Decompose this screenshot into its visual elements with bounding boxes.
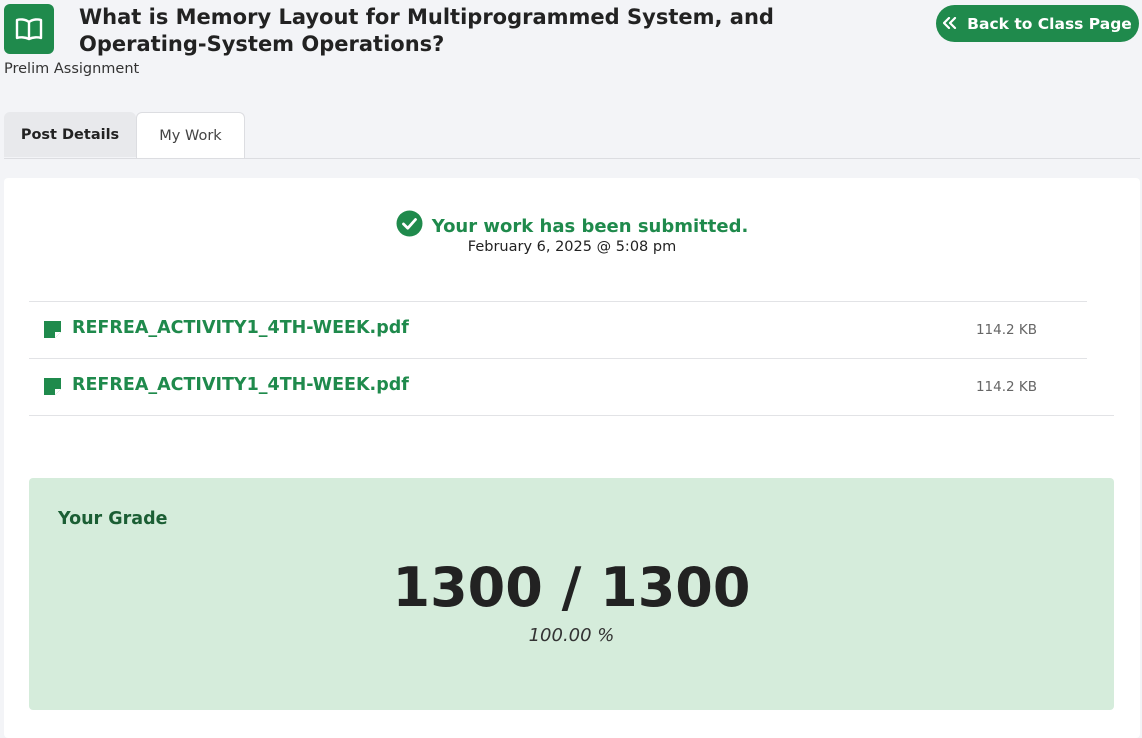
file-size: 114.2 KB <box>975 379 1037 395</box>
grade-panel: Your Grade 1300 / 1300 100.00 % <box>29 478 1114 710</box>
check-circle-icon <box>396 210 423 242</box>
page-title: What is Memory Layout for Multiprogramme… <box>79 5 774 56</box>
open-book-icon <box>4 4 54 54</box>
submission-status-text: Your work has been submitted. <box>431 215 749 237</box>
tab-bar: Post Details My Work <box>4 112 1140 159</box>
file-row: REFREA_ACTIVITY1_4TH-WEEK.pdf 114.2 KB <box>29 301 1087 357</box>
file-icon <box>44 321 61 342</box>
file-row: REFREA_ACTIVITY1_4TH-WEEK.pdf 114.2 KB <box>29 358 1087 414</box>
tab-post-details[interactable]: Post Details <box>4 112 136 157</box>
grade-percent: 100.00 % <box>528 625 615 646</box>
grade-label: Your Grade <box>58 509 168 529</box>
back-button-label: Back to Class Page <box>967 14 1132 33</box>
file-link[interactable]: REFREA_ACTIVITY1_4TH-WEEK.pdf <box>72 375 409 395</box>
back-to-class-button[interactable]: Back to Class Page <box>936 5 1139 42</box>
file-link[interactable]: REFREA_ACTIVITY1_4TH-WEEK.pdf <box>72 318 409 338</box>
file-icon <box>44 378 61 399</box>
page-header: What is Memory Layout for Multiprogramme… <box>0 0 1142 100</box>
grade-score: 1300 / 1300 <box>392 556 751 619</box>
my-work-panel: Your work has been submitted. February 6… <box>4 178 1140 738</box>
submission-status: Your work has been submitted. <box>4 210 1140 242</box>
submission-date: February 6, 2025 @ 5:08 pm <box>467 239 677 255</box>
file-size: 114.2 KB <box>975 322 1037 338</box>
divider <box>29 415 1114 416</box>
tab-my-work[interactable]: My Work <box>136 112 245 158</box>
assignment-type: Prelim Assignment <box>4 61 140 77</box>
double-chevron-left-icon <box>943 15 957 33</box>
